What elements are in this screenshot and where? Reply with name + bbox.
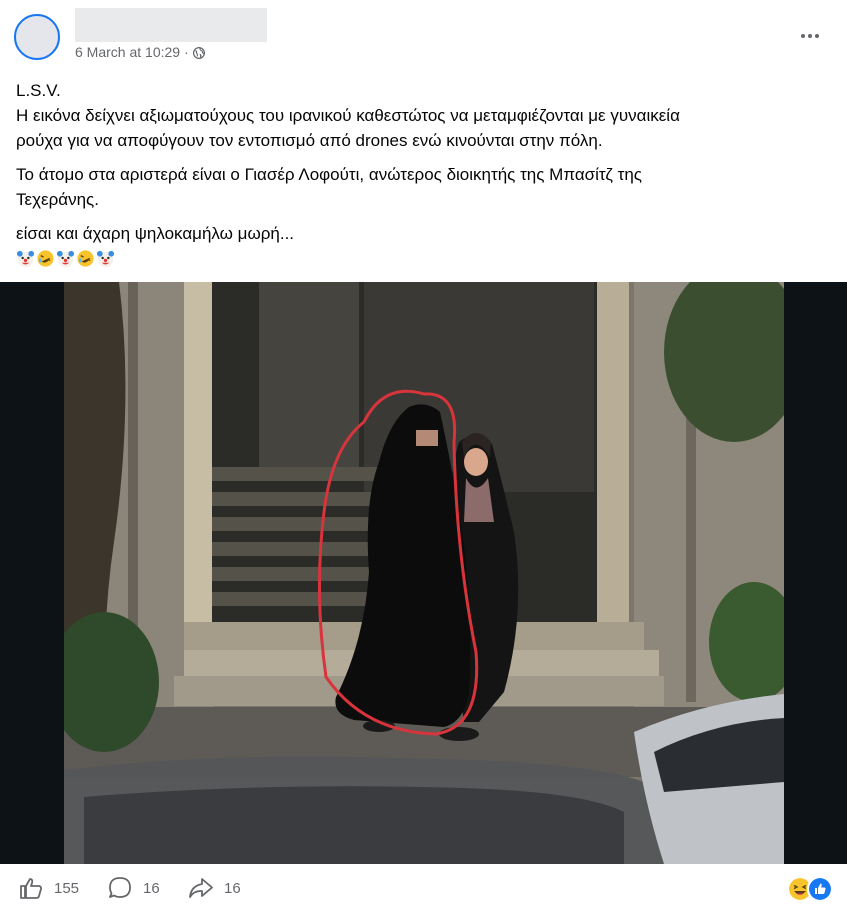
more-options-button[interactable] xyxy=(796,26,824,46)
emoji-row xyxy=(16,249,816,268)
post-text-line: Το άτομο στα αριστερά είναι ο Γιασέρ Λοφ… xyxy=(16,165,642,184)
reaction-summary[interactable] xyxy=(787,876,833,902)
post-text-line: Η εικόνα δείχνει αξιωματούχους του ιρανι… xyxy=(16,106,680,125)
rolling-laughing-emoji xyxy=(37,250,54,267)
post-meta: 6 March at 10:29 · xyxy=(75,44,205,60)
clown-face-emoji xyxy=(96,250,115,268)
post-paragraph-2: Το άτομο στα αριστερά είναι ο Γιασέρ Λοφ… xyxy=(16,162,816,212)
meta-separator: · xyxy=(184,44,189,60)
clown-face-emoji xyxy=(56,250,75,268)
post-paragraph-1: L.S.V. Η εικόνα δείχνει αξιωματούχους το… xyxy=(16,78,816,153)
rolling-laughing-emoji xyxy=(77,250,94,267)
share-button[interactable]: 16 xyxy=(188,876,241,900)
post-header: 6 March at 10:29 · xyxy=(14,8,834,64)
globe-icon[interactable] xyxy=(192,46,205,60)
clown-face-emoji xyxy=(16,250,35,268)
comment-button[interactable]: 16 xyxy=(107,876,160,900)
share-count: 16 xyxy=(224,879,241,897)
post-image-illustration xyxy=(64,282,784,864)
post-timestamp[interactable]: 6 March at 10:29 xyxy=(75,44,180,60)
thumbs-up-icon xyxy=(20,878,42,899)
share-icon xyxy=(189,878,213,898)
comment-count: 16 xyxy=(143,879,160,897)
author-name-redacted[interactable] xyxy=(75,8,267,42)
avatar[interactable] xyxy=(14,14,60,60)
post-text-line: Τεχεράνης. xyxy=(16,190,99,209)
post-paragraph-3: είσαι και άχαρη ψηλοκαμήλω μωρή... xyxy=(16,221,816,246)
like-count: 155 xyxy=(54,879,80,897)
comment-icon xyxy=(109,877,131,898)
post-image-frame xyxy=(0,282,847,864)
post-text-line: ρούχα για να αποφύγουν τον εντοπισμό από… xyxy=(16,131,603,150)
more-horizontal-icon xyxy=(801,34,819,38)
post-image[interactable] xyxy=(64,282,784,864)
like-reaction-icon xyxy=(807,876,833,902)
facebook-post: 6 March at 10:29 · L.S.V. Η εικόνα δείχν… xyxy=(0,0,847,911)
like-button[interactable]: 155 xyxy=(18,876,79,900)
post-footer: 155 16 16 xyxy=(0,864,847,911)
post-text: L.S.V. Η εικόνα δείχνει αξιωματούχους το… xyxy=(16,78,816,268)
post-text-line: L.S.V. xyxy=(16,81,61,100)
post-text-line: είσαι και άχαρη ψηλοκαμήλω μωρή... xyxy=(16,224,295,243)
